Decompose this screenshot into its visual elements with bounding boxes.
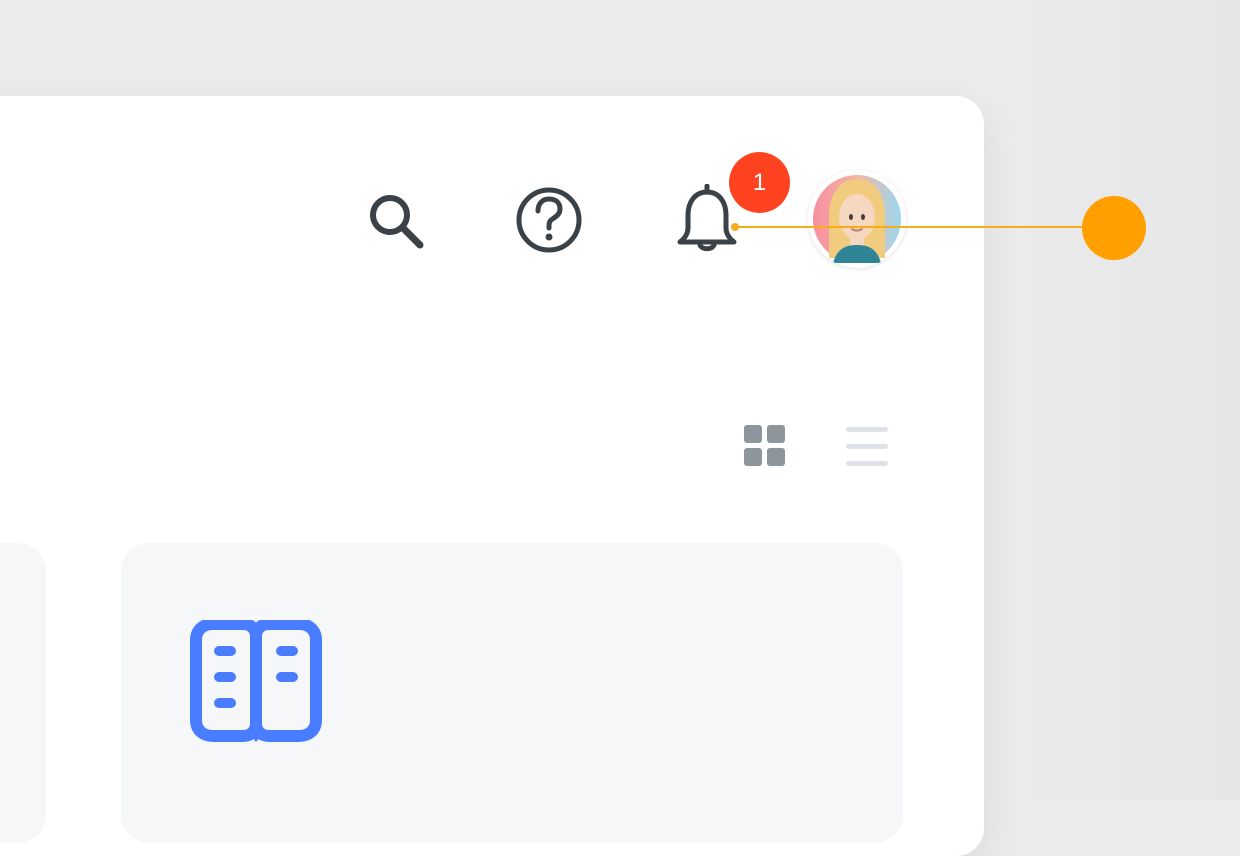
help-icon <box>516 187 582 253</box>
list-view-toggle[interactable] <box>841 420 895 474</box>
card-left[interactable] <box>0 543 46 843</box>
search-icon <box>370 195 424 249</box>
list-icon <box>846 427 888 466</box>
avatar-image <box>813 175 901 263</box>
grid-icon <box>744 425 785 466</box>
notification-badge: 1 <box>729 152 790 213</box>
book-icon <box>190 620 322 742</box>
callout-marker <box>1082 196 1146 260</box>
help-button[interactable] <box>513 184 585 256</box>
search-button[interactable] <box>360 187 428 255</box>
grid-view-toggle[interactable] <box>739 420 793 474</box>
callout-anchor <box>731 223 739 231</box>
callout-line <box>734 226 1084 228</box>
avatar[interactable] <box>808 170 906 268</box>
